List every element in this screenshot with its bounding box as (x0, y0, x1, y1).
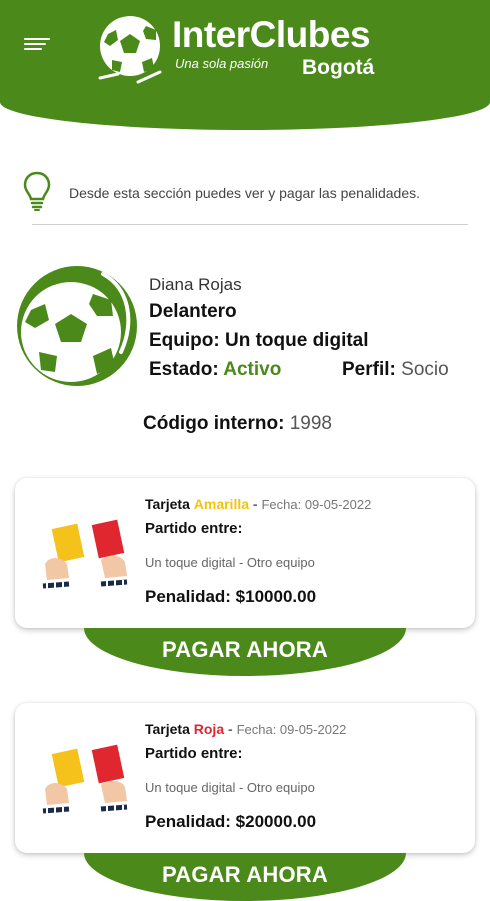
yellow-red-cards-icon (42, 744, 128, 815)
card-date: Fecha: 09-05-2022 (236, 722, 347, 737)
profile-label: Perfil: (342, 359, 396, 380)
team-value: Un toque digital (224, 330, 369, 351)
match-label: Partido entre: (145, 520, 243, 537)
card-type-line: Tarjeta Roja - Fecha: 09-05-2022 (145, 721, 346, 737)
player-name: Diana Rojas (149, 275, 242, 294)
code-value: 1998 (289, 413, 332, 434)
separator: - (228, 721, 233, 737)
brand-title: InterClubes (172, 14, 371, 55)
card-type-line: Tarjeta Amarilla - Fecha: 09-05-2022 (145, 496, 371, 512)
profile-value: Socio (401, 359, 449, 380)
card-color: Amarilla (193, 496, 250, 512)
menu-icon[interactable] (24, 38, 50, 52)
card-color: Roja (193, 721, 225, 737)
card-date: Fecha: 09-05-2022 (261, 497, 372, 512)
avatar (17, 266, 137, 386)
app-header: InterClubes Una sola pasión Bogotá (0, 0, 490, 130)
penalty-amount: Penalidad: $10000.00 (145, 587, 317, 606)
soccer-ball-avatar-icon (17, 266, 137, 386)
team-label: Equipo: (149, 330, 220, 351)
match-teams: Un toque digital - Otro equipo (145, 780, 315, 795)
status-label: Estado: (149, 359, 219, 380)
match-teams: Un toque digital - Otro equipo (145, 555, 315, 570)
separator: - (252, 496, 258, 512)
player-team: Equipo: Un toque digital (149, 330, 369, 352)
info-text: Desde esta sección puedes ver y pagar la… (69, 185, 420, 201)
player-profile: Perfil: Socio (342, 359, 449, 381)
brand-tagline: Una sola pasión (175, 56, 269, 71)
status-value: Activo (223, 359, 282, 380)
player-status: Estado: Activo (149, 359, 281, 381)
card-label: Tarjeta (145, 721, 190, 737)
player-position: Delantero (149, 301, 237, 322)
yellow-red-cards-icon (42, 519, 128, 590)
divider (32, 224, 468, 225)
soccer-ball-logo-icon (98, 16, 162, 84)
penalty-amount: Penalidad: $20000.00 (145, 812, 317, 831)
penalty-card: Tarjeta Amarilla - Fecha: 09-05-2022 Par… (15, 478, 475, 628)
internal-code: Código interno: 1998 (143, 413, 332, 435)
brand-city: Bogotá (302, 56, 375, 79)
pay-now-button[interactable]: PAGAR AHORA (84, 853, 406, 901)
penalty-card: Tarjeta Roja - Fecha: 09-05-2022 Partido… (15, 703, 475, 853)
match-label: Partido entre: (145, 745, 243, 762)
info-banner: Desde esta sección puedes ver y pagar la… (22, 170, 472, 220)
card-label: Tarjeta (145, 496, 190, 512)
code-label: Código interno: (143, 413, 285, 434)
lightbulb-icon (23, 171, 51, 211)
pay-now-button[interactable]: PAGAR AHORA (84, 628, 406, 676)
